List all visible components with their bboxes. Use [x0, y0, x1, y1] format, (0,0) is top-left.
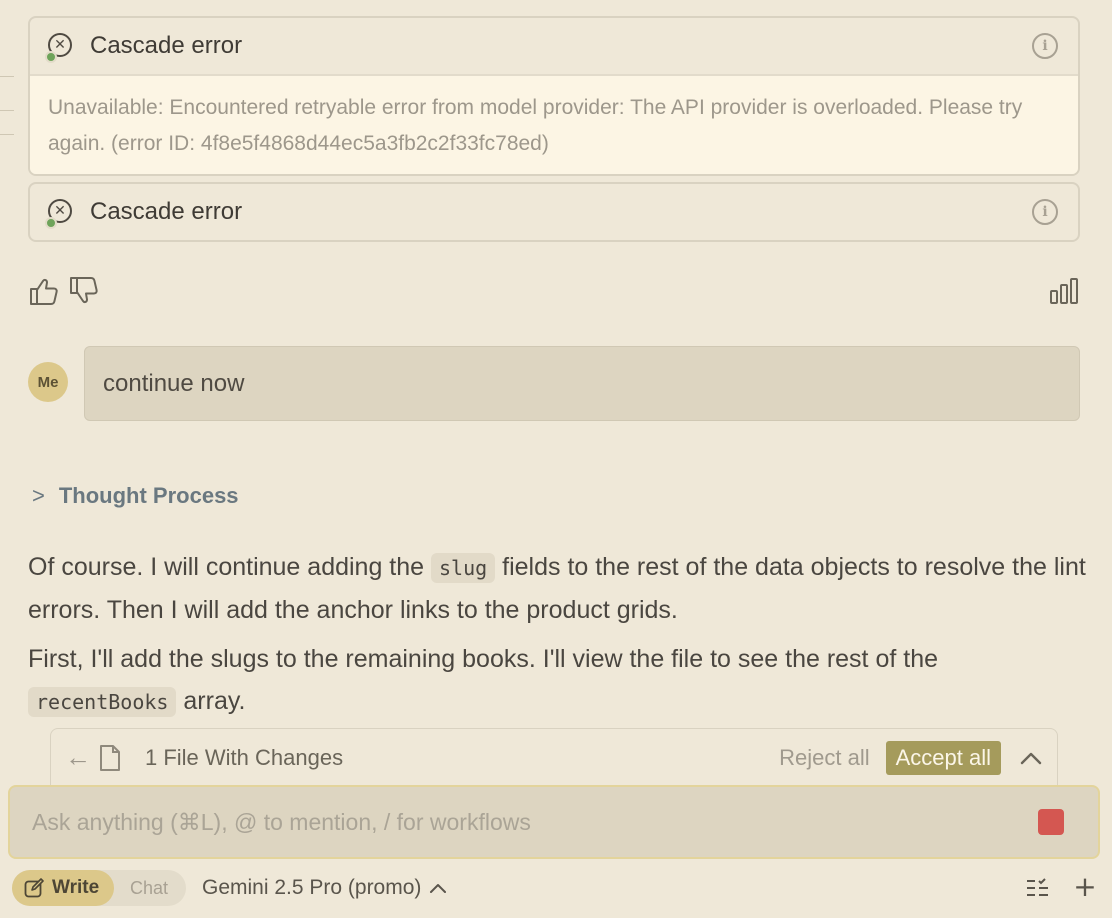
chat-panel: ✕ Cascade error i Unavailable: Encounter…: [0, 0, 1112, 918]
plus-icon[interactable]: +: [1072, 873, 1098, 901]
error-title: Cascade error: [90, 198, 243, 225]
reject-all-button[interactable]: Reject all: [779, 745, 869, 771]
arrow-left-icon[interactable]: ←: [65, 742, 91, 773]
model-selector[interactable]: Gemini 2.5 Pro (promo): [202, 870, 447, 906]
chevron-up-icon[interactable]: [1019, 750, 1043, 766]
user-message[interactable]: continue now: [84, 346, 1080, 421]
write-label: Write: [52, 877, 100, 898]
file-changes-bar: ← 1 File With Changes Reject all Accept …: [50, 728, 1058, 786]
chat-input-container: [8, 785, 1100, 859]
file-icon: [100, 744, 120, 771]
assistant-text: Of course. I will continue adding the: [28, 553, 432, 581]
error-x-icon: ✕: [45, 199, 74, 229]
chevron-right-icon: >: [32, 483, 45, 508]
edge-tick: [0, 110, 14, 111]
edit-icon: [24, 878, 44, 898]
feedback-row: [28, 276, 1080, 306]
thought-process-toggle[interactable]: > Thought Process: [32, 480, 239, 512]
bottom-toolbar: Write Chat Gemini 2.5 Pro (promo) +: [12, 870, 1102, 906]
accept-all-button[interactable]: Accept all: [885, 740, 1001, 775]
error-card: ✕ Cascade error i: [28, 182, 1080, 242]
assistant-text: array.: [176, 687, 246, 715]
edge-tick: [0, 76, 14, 77]
chat-input[interactable]: [32, 808, 1038, 836]
edge-tick: [0, 134, 14, 135]
avatar: Me: [28, 362, 68, 402]
status-dot-icon: [45, 51, 57, 63]
write-mode-button[interactable]: Write: [12, 870, 114, 906]
checklist-icon[interactable]: [1026, 877, 1050, 899]
chat-mode-button[interactable]: Chat: [130, 870, 168, 906]
error-title: Cascade error: [90, 32, 243, 59]
error-message: Unavailable: Encountered retryable error…: [30, 74, 1078, 174]
inline-code: recentBooks: [28, 687, 177, 717]
inline-code: slug: [431, 553, 496, 583]
thought-process-label: Thought Process: [58, 483, 239, 508]
info-icon[interactable]: i: [1032, 33, 1058, 59]
info-icon[interactable]: i: [1032, 199, 1058, 225]
mode-toggle: Write Chat: [12, 870, 186, 906]
assistant-paragraph: First, I'll add the slugs to the remaini…: [28, 638, 1088, 723]
assistant-text: First, I'll add the slugs to the remaini…: [28, 645, 938, 673]
assistant-paragraph: Of course. I will continue adding the sl…: [28, 546, 1088, 631]
chevron-up-icon: [430, 884, 447, 893]
error-card: ✕ Cascade error i Unavailable: Encounter…: [28, 16, 1080, 176]
status-dot-icon: [45, 217, 57, 229]
stop-button[interactable]: [1038, 809, 1064, 835]
error-card-header[interactable]: ✕ Cascade error i: [30, 18, 1078, 74]
model-label: Gemini 2.5 Pro (promo): [202, 876, 422, 899]
error-card-header[interactable]: ✕ Cascade error i: [30, 184, 1078, 240]
stats-bars-icon[interactable]: [1050, 278, 1078, 304]
error-x-icon: ✕: [45, 33, 74, 63]
thumbs-down-icon[interactable]: [68, 276, 100, 306]
changes-label[interactable]: 1 File With Changes: [145, 745, 343, 771]
thumbs-up-icon[interactable]: [28, 276, 60, 306]
